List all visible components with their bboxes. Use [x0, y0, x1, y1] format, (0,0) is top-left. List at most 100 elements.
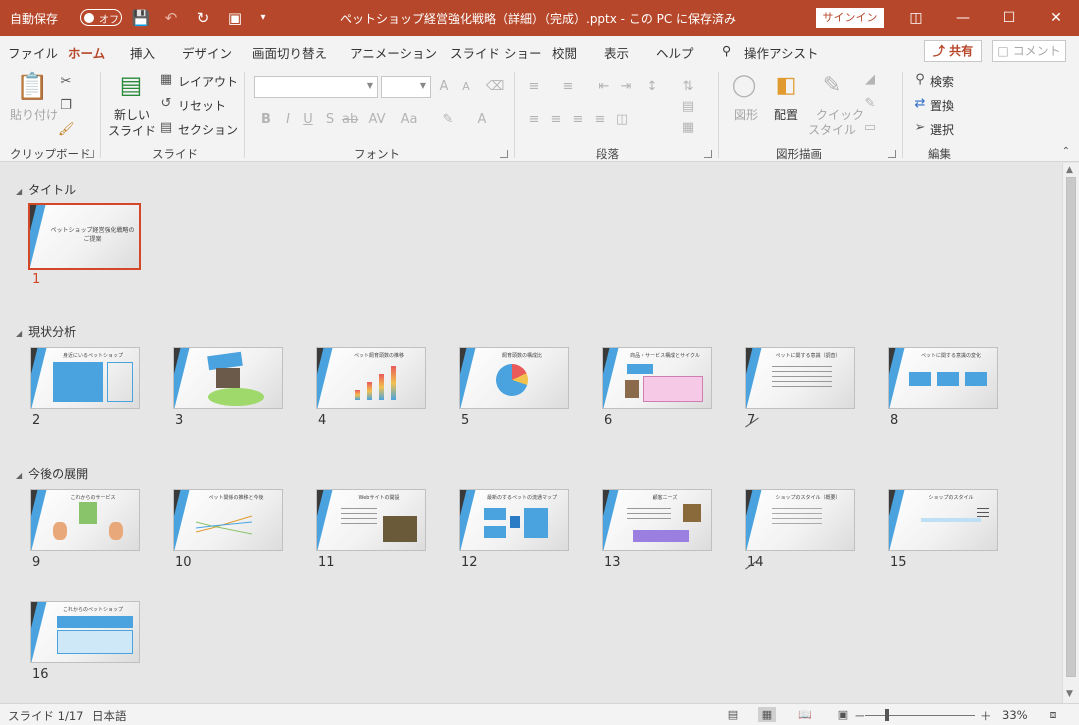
maximize-icon[interactable]: ☐ — [986, 0, 1032, 36]
slide-thumbnail[interactable]: ペット飼育頭数の推移 — [316, 347, 426, 409]
slide-thumbnail[interactable] — [173, 347, 283, 409]
grow-font-icon[interactable]: A — [436, 79, 452, 95]
collapse-ribbon-icon[interactable]: ⌃ — [1058, 144, 1074, 160]
shadow-icon[interactable]: S — [322, 112, 338, 128]
align-left-icon[interactable]: ≡ — [526, 112, 542, 128]
slide-thumbnail[interactable]: ショップのスタイル（概要） — [745, 489, 855, 551]
tab-transitions[interactable]: 画面切り替え — [252, 43, 327, 62]
redo-icon[interactable]: ↻ — [192, 7, 214, 29]
new-slide-label-2[interactable]: スライド — [108, 122, 156, 139]
section-header-future[interactable]: ◢ 今後の展開 — [16, 465, 88, 482]
normal-view-icon[interactable]: ▤ — [724, 707, 742, 722]
slideshow-view-icon[interactable]: ▣ — [834, 707, 852, 722]
arrange-icon[interactable]: ◧ — [772, 72, 800, 100]
layout-button[interactable]: レイアウト — [178, 73, 238, 90]
bullets-icon[interactable]: ≡ — [526, 79, 542, 95]
customize-qat-icon[interactable]: ▾ — [252, 7, 274, 29]
line-spacing-icon[interactable]: ↕ — [644, 79, 660, 95]
share-button[interactable]: ⤴ 共有 — [924, 40, 982, 62]
select-button[interactable]: 選択 — [930, 121, 954, 138]
new-slide-icon[interactable]: ▤ — [116, 70, 146, 100]
italic-icon[interactable]: I — [280, 112, 296, 128]
bold-icon[interactable]: B — [258, 112, 274, 128]
change-case-icon[interactable]: Aa — [398, 112, 420, 128]
comments-button[interactable]: □ コメント — [992, 40, 1066, 62]
tab-design[interactable]: デザイン — [182, 43, 232, 62]
smartart-icon[interactable]: ▦ — [680, 120, 696, 136]
save-icon[interactable]: 💾 — [130, 7, 152, 29]
tab-review[interactable]: 校閲 — [552, 43, 577, 62]
slide-thumbnail[interactable]: 身近にいるペットショップ — [30, 347, 140, 409]
minimize-icon[interactable]: — — [940, 0, 986, 36]
tab-insert[interactable]: 挿入 — [130, 43, 155, 62]
font-launcher-icon[interactable] — [500, 150, 508, 158]
autosave-toggle[interactable]: オフ — [80, 9, 122, 26]
signin-button[interactable]: サインイン — [816, 8, 884, 28]
section-header-title[interactable]: ◢ タイトル — [16, 181, 76, 198]
zoom-level[interactable]: 33% — [1002, 708, 1028, 722]
section-header-analysis[interactable]: ◢ 現状分析 — [16, 323, 76, 340]
scroll-up-icon[interactable]: ▲ — [1066, 165, 1073, 175]
tab-slideshow[interactable]: スライド ショー — [450, 43, 541, 62]
tab-view[interactable]: 表示 — [604, 43, 629, 62]
shape-outline-icon[interactable]: ✎ — [862, 96, 878, 112]
new-slide-label-1[interactable]: 新しい — [114, 106, 150, 123]
underline-icon[interactable]: U — [300, 112, 316, 128]
tab-help[interactable]: ヘルプ — [656, 43, 694, 62]
scroll-down-icon[interactable]: ▼ — [1066, 689, 1073, 699]
collapse-triangle-icon[interactable]: ◢ — [16, 187, 22, 196]
tab-file[interactable]: ファイル — [8, 43, 58, 62]
slide-thumbnail[interactable]: ショップのスタイル — [888, 489, 998, 551]
paste-icon[interactable]: 📋 — [16, 72, 48, 102]
slide-thumbnail[interactable]: ペットに関する意識の変化 — [888, 347, 998, 409]
slide-thumbnail[interactable]: 商品・サービス構成とサイクル — [602, 347, 712, 409]
shapes-button[interactable]: 図形 — [734, 106, 758, 123]
slide-thumbnail[interactable]: Webサイトの開設 — [316, 489, 426, 551]
ribbon-display-options-icon[interactable]: ◫ — [893, 0, 939, 36]
collapse-triangle-icon[interactable]: ◢ — [16, 329, 22, 338]
arrange-button[interactable]: 配置 — [774, 106, 798, 123]
tab-animations[interactable]: アニメーション — [350, 43, 437, 62]
character-spacing-icon[interactable]: AV — [366, 112, 388, 128]
tell-me-search[interactable]: 操作アシスト — [744, 43, 819, 62]
zoom-out-button[interactable]: － — [854, 708, 866, 724]
strikethrough-icon[interactable]: ab — [342, 112, 358, 128]
tab-home[interactable]: ホーム — [68, 43, 106, 69]
align-text-icon[interactable]: ▤ — [680, 99, 696, 115]
slide-thumbnail[interactable]: 飼育頭数の構成比 — [459, 347, 569, 409]
slide-thumbnail[interactable]: これからのペットショップ — [30, 601, 140, 663]
shrink-font-icon[interactable]: A — [458, 79, 474, 95]
shape-effects-icon[interactable]: ▭ — [862, 120, 878, 136]
collapse-triangle-icon[interactable]: ◢ — [16, 471, 22, 480]
align-right-icon[interactable]: ≡ — [570, 112, 586, 128]
slide-thumbnail[interactable]: ペットに関する意識（調査） — [745, 347, 855, 409]
slide-thumbnail[interactable]: ペットショップ経営強化戦略のご提案 — [28, 203, 141, 270]
clear-formatting-icon[interactable]: ⌫ — [486, 79, 504, 95]
text-direction-icon[interactable]: ⇅ — [680, 79, 696, 95]
slide-sorter-view-icon[interactable]: ▦ — [758, 707, 776, 722]
section-button[interactable]: セクション — [178, 121, 238, 138]
zoom-slider-thumb[interactable] — [885, 709, 889, 721]
scrollbar-thumb[interactable] — [1066, 177, 1076, 677]
paragraph-launcher-icon[interactable] — [704, 150, 712, 158]
columns-icon[interactable]: ◫ — [614, 112, 630, 128]
undo-icon[interactable]: ↶ — [160, 7, 182, 29]
font-name-combo[interactable]: ▼ — [254, 76, 378, 98]
font-color-icon[interactable]: A — [474, 112, 490, 128]
present-from-start-icon[interactable]: ▣ — [224, 7, 246, 29]
shape-fill-icon[interactable]: ◢ — [862, 72, 878, 88]
numbering-icon[interactable]: ≡ — [560, 79, 576, 95]
language[interactable]: 日本語 — [92, 708, 127, 724]
increase-indent-icon[interactable]: ⇥ — [618, 79, 634, 95]
slide-thumbnail[interactable]: ペット関係の推移と今後 — [173, 489, 283, 551]
slide-thumbnail[interactable]: 最新のするペットの流通マップ — [459, 489, 569, 551]
quick-styles-label-2[interactable]: スタイル — [808, 121, 856, 138]
drawing-launcher-icon[interactable] — [888, 150, 896, 158]
reset-button[interactable]: リセット — [178, 97, 226, 114]
copy-icon[interactable]: ❐ — [58, 98, 74, 114]
close-icon[interactable]: ✕ — [1033, 0, 1079, 36]
justify-icon[interactable]: ≡ — [592, 112, 608, 128]
cut-icon[interactable]: ✂ — [58, 74, 74, 90]
highlight-icon[interactable]: ✎ — [440, 112, 456, 128]
zoom-slider[interactable] — [865, 715, 975, 716]
